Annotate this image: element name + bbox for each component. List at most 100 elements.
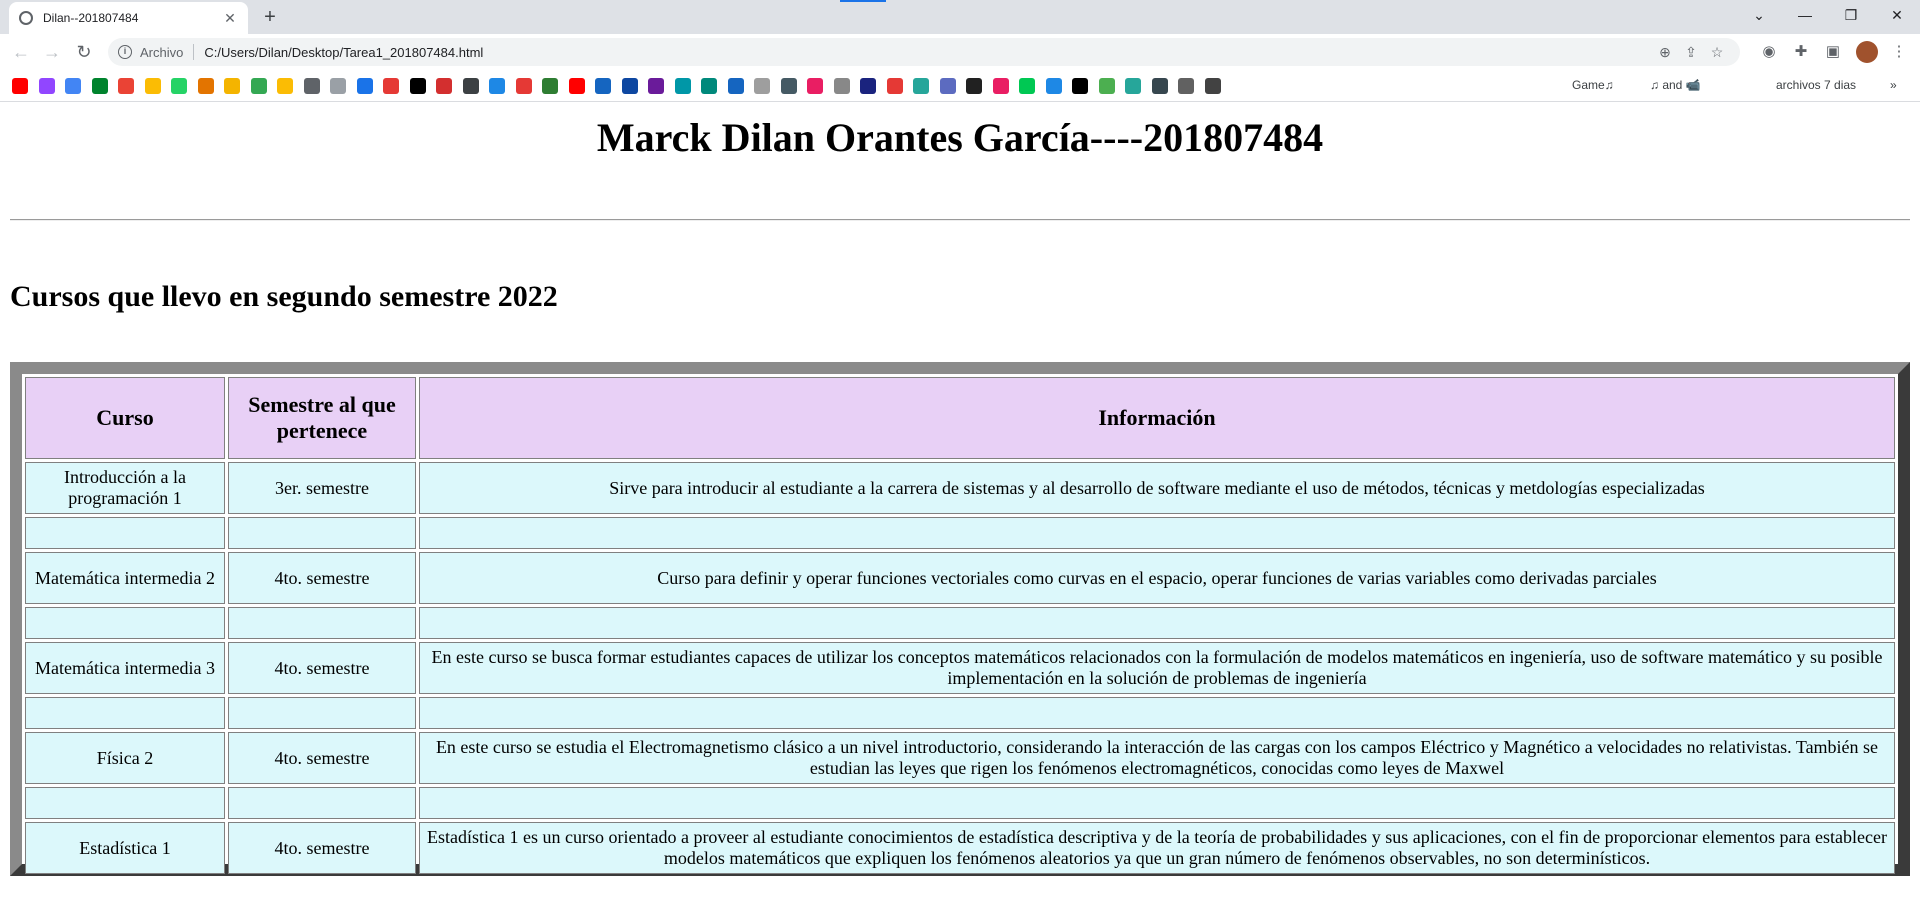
bookmark-game[interactable]: Game♫: [1572, 78, 1614, 92]
tab-search-icon[interactable]: ⌄: [1736, 0, 1782, 30]
bookmark-favicon-icon[interactable]: [1019, 78, 1035, 94]
empty-cell: [25, 607, 225, 639]
bookmark-favicon-icon[interactable]: [330, 78, 346, 94]
bookmark-star-icon[interactable]: ☆: [1704, 44, 1730, 61]
menu-kebab-icon[interactable]: ⋮: [1886, 40, 1912, 64]
address-bar[interactable]: i Archivo C:/Users/Dilan/Desktop/Tarea1_…: [108, 38, 1740, 66]
profile-avatar[interactable]: [1856, 41, 1878, 63]
zoom-icon[interactable]: ⊕: [1652, 44, 1678, 61]
cell-curso: Matemática intermedia 2: [25, 552, 225, 604]
cell-semestre: 4to. semestre: [228, 822, 416, 874]
empty-cell: [419, 697, 1895, 729]
close-window-button[interactable]: ✕: [1874, 0, 1920, 30]
bookmark-favicon-icon[interactable]: [621, 78, 638, 94]
empty-cell: [419, 517, 1895, 549]
bookmark-favicon-icon[interactable]: [65, 78, 81, 94]
bookmark-favicon-icon[interactable]: [224, 78, 240, 94]
bookmark-favicon-icon[interactable]: [674, 78, 691, 94]
bookmark-favicon-icon[interactable]: [409, 78, 426, 94]
bookmark-favicon-icon[interactable]: [1125, 78, 1141, 94]
bookmark-favicon-icon[interactable]: [913, 78, 929, 94]
bookmark-favicon-icon[interactable]: [1151, 78, 1168, 94]
bookmark-favicon-icon[interactable]: [1072, 78, 1088, 94]
courses-table-frame: Curso Semestre al que pertenece Informac…: [10, 362, 1910, 876]
bookmark-favicon-icon[interactable]: [833, 78, 850, 94]
page-title: Marck Dilan Orantes García----201807484: [596, 115, 1324, 160]
reload-button[interactable]: ↻: [72, 40, 96, 64]
bookmark-favicon-icon[interactable]: [966, 78, 982, 94]
bookmark-favicon-icon[interactable]: [648, 78, 664, 94]
empty-cell: [228, 697, 416, 729]
bookmark-favicon-icon[interactable]: [939, 78, 956, 94]
bookmark-favicon-icon[interactable]: [992, 78, 1009, 94]
cell-info: Curso para definir y operar funciones ve…: [419, 552, 1895, 604]
bookmark-favicon-icon[interactable]: [701, 78, 717, 94]
bookmark-favicon-icon[interactable]: [568, 78, 585, 94]
bookmark-favicon-icon[interactable]: [754, 78, 770, 94]
empty-cell: [228, 607, 416, 639]
bookmark-favicon-icon[interactable]: [250, 78, 267, 94]
extensions-puzzle-icon[interactable]: ✚: [1788, 40, 1814, 64]
bookmark-favicon-icon[interactable]: [1204, 78, 1221, 94]
empty-cell: [25, 517, 225, 549]
bookmark-favicon-icon[interactable]: [277, 78, 293, 94]
bookmark-favicon-icon[interactable]: [197, 78, 214, 94]
cell-info: Sirve para introducir al estudiante a la…: [419, 462, 1895, 514]
bookmark-favicon-icon[interactable]: [595, 78, 611, 94]
address-separator: [193, 44, 195, 60]
empty-row: [25, 697, 1895, 729]
bookmark-favicon-icon[interactable]: [542, 78, 558, 94]
share-icon[interactable]: ⇪: [1678, 44, 1704, 61]
bookmark-favicon-icon[interactable]: [171, 78, 187, 94]
bookmark-favicon-icon[interactable]: [489, 78, 505, 94]
bookmark-favicon-icon[interactable]: [727, 78, 744, 94]
tab-title: Dilan--201807484: [43, 11, 139, 25]
bookmark-favicon-icon[interactable]: [860, 78, 876, 94]
empty-cell: [228, 517, 416, 549]
browser-toolbar: ← → ↻ i Archivo C:/Users/Dilan/Desktop/T…: [0, 34, 1920, 70]
bookmark-favicon-icon[interactable]: [515, 78, 532, 94]
bookmark-favicon-icon[interactable]: [38, 78, 55, 94]
url-text[interactable]: C:/Users/Dilan/Desktop/Tarea1_201807484.…: [204, 45, 1652, 60]
bookmark-favicon-icon[interactable]: [1178, 78, 1194, 94]
header-informacion: Información: [419, 377, 1895, 459]
bookmark-favicon-icon[interactable]: [383, 78, 399, 94]
browser-tab[interactable]: Dilan--201807484 ✕: [9, 2, 248, 34]
back-button[interactable]: ←: [9, 40, 33, 64]
bookmark-favicon-icon[interactable]: [807, 78, 823, 94]
table-header-row: Curso Semestre al que pertenece Informac…: [25, 377, 1895, 459]
bookmark-favicon-icon[interactable]: [780, 78, 797, 94]
tab-strip: Dilan--201807484 ✕ + ⌄ — ❐ ✕: [0, 0, 1920, 34]
minimize-button[interactable]: —: [1782, 0, 1828, 30]
bookmark-favicon-icon[interactable]: [12, 78, 28, 94]
bookmark-favicon-icon[interactable]: [303, 78, 320, 94]
more-bookmarks-icon[interactable]: »: [1890, 78, 1897, 92]
bookmark-archivos[interactable]: archivos 7 dias: [1776, 78, 1856, 92]
cell-info: En este curso se estudia el Electromagne…: [419, 732, 1895, 784]
section-heading: Cursos que llevo en segundo semestre 202…: [10, 280, 558, 313]
forward-button[interactable]: →: [40, 40, 64, 64]
bookmark-favicon-icon[interactable]: [144, 78, 161, 94]
cell-semestre: 4to. semestre: [228, 552, 416, 604]
close-tab-icon[interactable]: ✕: [222, 10, 238, 27]
cell-curso: Física 2: [25, 732, 225, 784]
bookmark-favicon-icon[interactable]: [886, 78, 903, 94]
bookmark-music-video[interactable]: ♫ and 📹: [1650, 78, 1701, 92]
bookmark-favicon-icon[interactable]: [91, 78, 108, 94]
cell-info: En este curso se busca formar estudiante…: [419, 642, 1895, 694]
bookmark-favicon-icon[interactable]: [462, 78, 479, 94]
bookmark-favicon-icon[interactable]: [1098, 78, 1115, 94]
side-panel-icon[interactable]: ▣: [1820, 40, 1846, 64]
bookmark-favicon-icon[interactable]: [118, 78, 134, 94]
extension-icon[interactable]: ◉: [1756, 40, 1782, 64]
cell-semestre: 4to. semestre: [228, 642, 416, 694]
bookmark-favicon-icon[interactable]: [1045, 78, 1062, 94]
table-row: Introducción a la programación 1 3er. se…: [25, 462, 1895, 514]
bookmark-favicon-icon[interactable]: [436, 78, 452, 94]
bookmark-favicon-icon[interactable]: [356, 78, 373, 94]
url-scheme-label: Archivo: [140, 44, 184, 60]
courses-table: Curso Semestre al que pertenece Informac…: [22, 374, 1898, 877]
restore-button[interactable]: ❐: [1828, 0, 1874, 30]
new-tab-button[interactable]: +: [258, 5, 282, 29]
info-icon[interactable]: i: [118, 45, 132, 59]
